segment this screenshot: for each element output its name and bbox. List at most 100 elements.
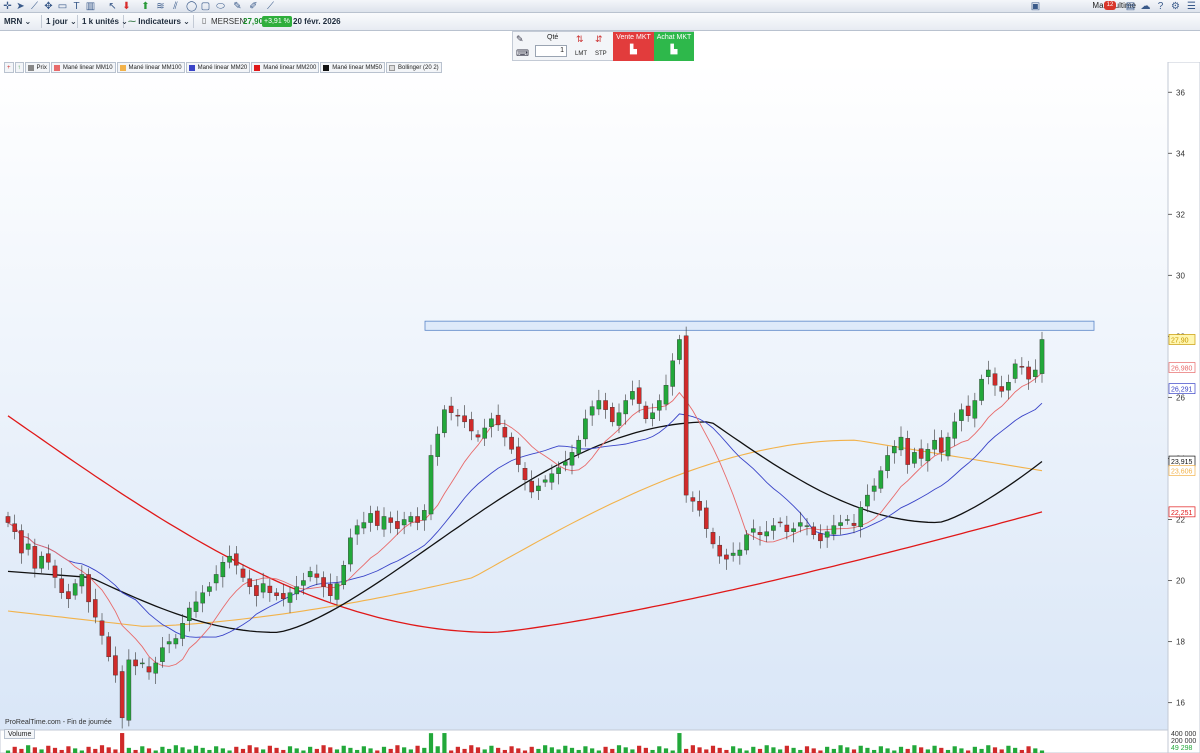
candle-body: [395, 521, 400, 529]
candle-body: [280, 593, 286, 600]
candle-body: [388, 517, 394, 523]
y-tick-label: 16: [1176, 699, 1185, 708]
buy-market-button[interactable]: Achat MKT ▙: [654, 32, 694, 61]
legend-mm10[interactable]: Mané linear MM10: [50, 62, 116, 73]
candle-body: [878, 470, 884, 489]
notification-badge[interactable]: 12: [1104, 1, 1116, 10]
candle-body: [247, 578, 253, 587]
volume-bar: [623, 747, 628, 753]
volume-bar: [912, 745, 917, 753]
candle-body: [233, 553, 239, 566]
watchlist-icon[interactable]: ▯: [202, 16, 206, 25]
move-icon[interactable]: ✥: [43, 1, 54, 12]
crosshair-icon[interactable]: ✛: [2, 1, 13, 12]
ruler-icon[interactable]: ⟋: [265, 1, 276, 12]
indicators-button[interactable]: ⁓ Indicateurs ⌄: [124, 15, 194, 28]
volume-bar: [630, 749, 635, 753]
window-icon[interactable]: ▤: [1125, 1, 1136, 12]
candle-body: [999, 386, 1005, 392]
draw-line-icon[interactable]: ⟋: [29, 1, 40, 12]
candle-body: [623, 400, 629, 415]
arrow-up-icon[interactable]: ⬆: [140, 1, 151, 12]
data-source-credit: ProRealTime.com - Fin de journée: [5, 719, 112, 726]
volume-bar: [616, 745, 622, 753]
legend-bollinger[interactable]: Bollinger (20 2): [385, 62, 442, 73]
keyboard-icon[interactable]: ⌨: [516, 48, 529, 59]
volume-bar: [778, 749, 783, 753]
units-selector[interactable]: 1 k unités ⌄: [78, 15, 128, 28]
candle-body: [475, 434, 481, 438]
volume-panel-label[interactable]: Volume: [4, 729, 36, 739]
text-tool-icon[interactable]: T: [71, 1, 82, 12]
legend-price[interactable]: Prix: [24, 62, 50, 73]
stop-order-button[interactable]: STP: [595, 51, 607, 57]
legend-mm200[interactable]: Mané linear MM200: [251, 62, 320, 73]
pointer-icon[interactable]: ➤: [15, 1, 26, 12]
document-icon[interactable]: ▭: [57, 1, 68, 12]
add-indicator-icon[interactable]: +: [4, 62, 14, 73]
axis-value-label: 27,90: [1171, 337, 1189, 344]
period-selector[interactable]: 1 jour ⌄: [42, 15, 78, 28]
settings-icon[interactable]: ⚙: [1170, 1, 1181, 12]
volume-bar: [146, 748, 152, 753]
trading-window: ✛ ➤ ⟋ ✥ ▭ T ▥ ↖ ⬇ ⬆ ≋ ⫽ ◯ ▢ ⬭ ✎ ✐ ⟋ ▣ Ma…: [0, 0, 1200, 753]
candle-body: [932, 439, 937, 450]
stop-order-icon[interactable]: ⇵: [595, 34, 603, 45]
axis-value-label: 23,606: [1171, 468, 1193, 475]
cloud-icon[interactable]: ☁: [1140, 1, 1151, 12]
legend-label: Bollinger (20 2): [397, 64, 439, 71]
ticker-selector[interactable]: MRN ⌄: [0, 15, 42, 28]
volume-bar: [1026, 746, 1031, 753]
brush-icon[interactable]: ✐: [248, 1, 259, 12]
save-icon[interactable]: ▣: [1030, 1, 1041, 12]
volume-tick-label: 49 298: [1171, 745, 1193, 752]
circle-icon[interactable]: ◯: [186, 1, 197, 12]
candle-body: [139, 662, 145, 665]
help-icon[interactable]: ?: [1155, 1, 1166, 12]
volume-bar: [1006, 745, 1011, 753]
volume-bar: [99, 745, 105, 753]
volume-bar: [663, 748, 669, 753]
edit-order-icon[interactable]: ✎: [516, 34, 524, 45]
pencil-icon[interactable]: ✎: [232, 1, 243, 12]
fibonacci-icon[interactable]: ≋: [155, 1, 166, 12]
candle-body: [670, 360, 676, 387]
volume-bar: [442, 733, 447, 753]
volume-bar: [314, 748, 319, 753]
arrow-down-icon[interactable]: ⬇: [121, 1, 132, 12]
cursor-icon[interactable]: ↖: [107, 1, 118, 12]
volume-bar: [381, 746, 387, 753]
volume-bar: [187, 749, 192, 753]
candle-body: [341, 565, 347, 586]
volume-bar: [737, 748, 742, 753]
candle-body: [287, 592, 293, 603]
candle-body: [25, 543, 31, 550]
chart-settings-icon[interactable]: ↑: [14, 62, 24, 73]
resistance-zone: [424, 320, 1095, 331]
limit-order-icon[interactable]: ⇅: [576, 34, 584, 45]
rectangle-icon[interactable]: ▢: [200, 1, 211, 12]
candle-body: [529, 480, 535, 493]
volume-bar: [126, 747, 131, 753]
legend-label: Prix: [36, 64, 47, 71]
ellipse-icon[interactable]: ⬭: [215, 1, 226, 12]
trash-icon[interactable]: ▥: [85, 1, 96, 12]
volume-bar: [348, 747, 353, 753]
volume-bar: [415, 745, 420, 753]
price-change-badge: +3,91 %: [262, 16, 292, 27]
ticker-label: MRN: [4, 17, 23, 26]
price-chart[interactable]: 161820222426283032343627,9026,98026,2912…: [0, 62, 1200, 753]
legend-mm50[interactable]: Mané linear MM50: [320, 62, 385, 73]
menu-icon[interactable]: ☰: [1186, 1, 1197, 12]
legend-mm20[interactable]: Mané linear MM20: [185, 62, 251, 73]
candle-body: [462, 415, 467, 423]
volume-bar: [972, 746, 977, 753]
channel-icon[interactable]: ⫽: [170, 1, 181, 12]
sell-market-button[interactable]: Vente MKT ▙: [613, 32, 654, 61]
indicators-icon: ⁓: [128, 17, 136, 26]
limit-order-button[interactable]: LMT: [575, 51, 587, 57]
volume-bar: [234, 746, 239, 753]
volume-bar: [959, 748, 964, 753]
quantity-input[interactable]: 1: [535, 45, 567, 57]
legend-mm100[interactable]: Mané linear MM100: [116, 62, 185, 73]
